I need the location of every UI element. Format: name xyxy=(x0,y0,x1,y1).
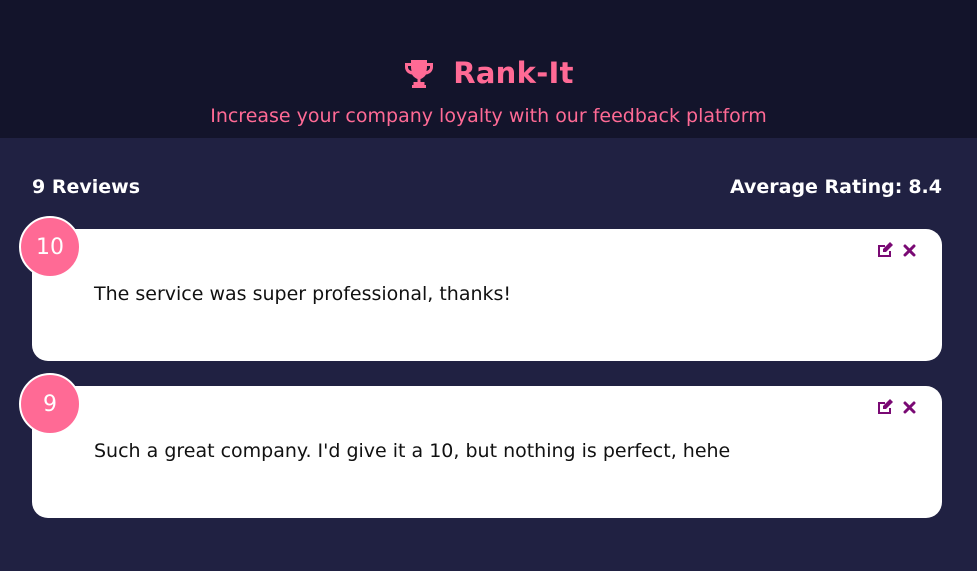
review-card: 9 Such a great company. I'd give it a 10… xyxy=(19,373,942,518)
reviews-count: 9 Reviews xyxy=(32,176,140,198)
edit-icon[interactable] xyxy=(876,242,894,258)
review-stats: 9 Reviews Average Rating: 8.4 xyxy=(32,176,942,198)
trophy-icon xyxy=(405,60,434,88)
average-rating: Average Rating: 8.4 xyxy=(730,176,942,198)
review-text: The service was super professional, than… xyxy=(94,283,512,305)
edit-icon[interactable] xyxy=(876,399,894,415)
close-icon[interactable] xyxy=(903,244,916,257)
average-rating-label: Average Rating: xyxy=(729,176,903,198)
app-header: Rank-It Increase your company loyalty wi… xyxy=(0,0,977,138)
review-text: Such a great company. I'd give it a 10, … xyxy=(94,440,731,462)
app-subtitle: Increase your company loyalty with our f… xyxy=(210,105,767,127)
rating-badge: 9 xyxy=(19,373,81,435)
app-title: Rank-It xyxy=(453,56,574,90)
brand: Rank-It xyxy=(0,56,977,90)
average-rating-value: 8.4 xyxy=(908,176,942,198)
review-actions xyxy=(876,399,916,415)
close-icon[interactable] xyxy=(903,401,916,414)
review-card: 10 The service was super professional, t… xyxy=(19,216,942,361)
rating-badge: 10 xyxy=(19,216,81,278)
review-actions xyxy=(876,242,916,258)
